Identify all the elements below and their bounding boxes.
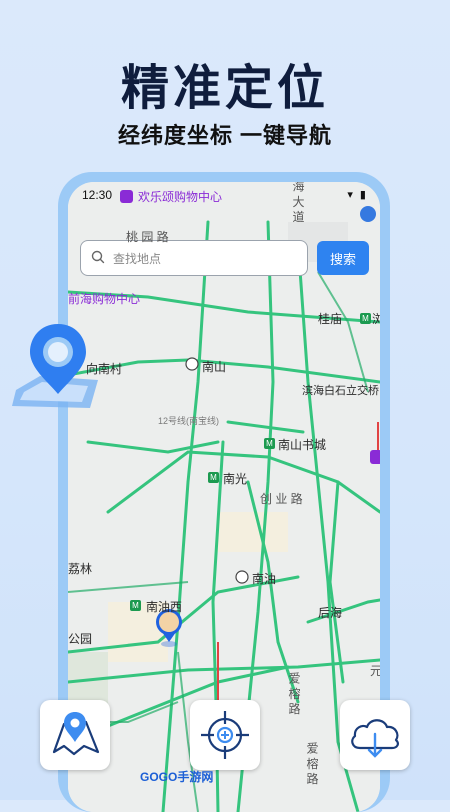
map-label-aiyulu: 爱 榕 路 <box>287 672 301 715</box>
map-label-huanle[interactable]: 欢乐颂购物中心 <box>138 188 222 205</box>
map-label-nanguang[interactable]: 南光 <box>223 470 247 487</box>
metro-icon: M <box>264 438 275 449</box>
location-pin-icon <box>12 324 98 408</box>
crosshair-icon <box>201 711 249 759</box>
map-location-button[interactable] <box>40 700 110 770</box>
map-label-nanyou[interactable]: 南油 <box>252 570 276 587</box>
status-bar: 12:30 ▾ ▮ <box>68 182 380 208</box>
map-pin-icon <box>52 712 100 756</box>
promo-headline: 精准定位 <box>120 62 329 115</box>
map-label-houhai[interactable]: 后海 <box>318 604 342 621</box>
cloud-icon <box>351 719 399 758</box>
metro-icon: M <box>208 472 219 483</box>
search-button[interactable]: 搜索 <box>317 241 369 275</box>
map-label-guimiao[interactable]: 桂庙 <box>318 310 342 327</box>
metro-icon: M <box>360 313 371 324</box>
map-label-yue: 浏 <box>372 312 380 326</box>
map-label-nanshanshucheng[interactable]: 南山书城 <box>278 436 326 453</box>
search-icon <box>91 250 105 264</box>
metro-icon: M <box>130 600 141 611</box>
watermark-logo: GOGO手游网 <box>140 770 214 784</box>
map-label-binhai[interactable]: 滨海白石立交桥 <box>302 382 379 398</box>
map-label-qianhai[interactable]: 前海购物中心 <box>68 290 140 307</box>
map-label-gongyuan: 公园 <box>68 632 93 646</box>
map-label-nanyouxi[interactable]: 南油西 <box>146 598 182 615</box>
map-label-taoyuanlu: 桃 园 路 <box>126 230 169 244</box>
promo-subline: 经纬度坐标 一键导航 <box>117 123 333 148</box>
map-label-chuangyelu: 创 业 路 <box>260 492 303 506</box>
status-icons: ▾ ▮ <box>347 189 368 201</box>
map-label-aiyulu2: 爱 榕 路 <box>305 742 319 785</box>
status-time: 12:30 <box>82 188 113 202</box>
map-label-nanshan[interactable]: 南山 <box>202 358 226 375</box>
search-input[interactable] <box>111 247 305 271</box>
map-label-haidadao: 海 大 道 <box>291 182 305 223</box>
map-label-yuan: 元 <box>370 664 380 678</box>
cloud-sync-button[interactable] <box>340 700 410 770</box>
map-label-lilin: 荔林 <box>68 562 93 576</box>
search-box[interactable] <box>80 240 308 276</box>
crosshair-locate-button[interactable] <box>190 700 260 770</box>
map-label-line12: 12号线(南宝线) <box>158 416 220 426</box>
